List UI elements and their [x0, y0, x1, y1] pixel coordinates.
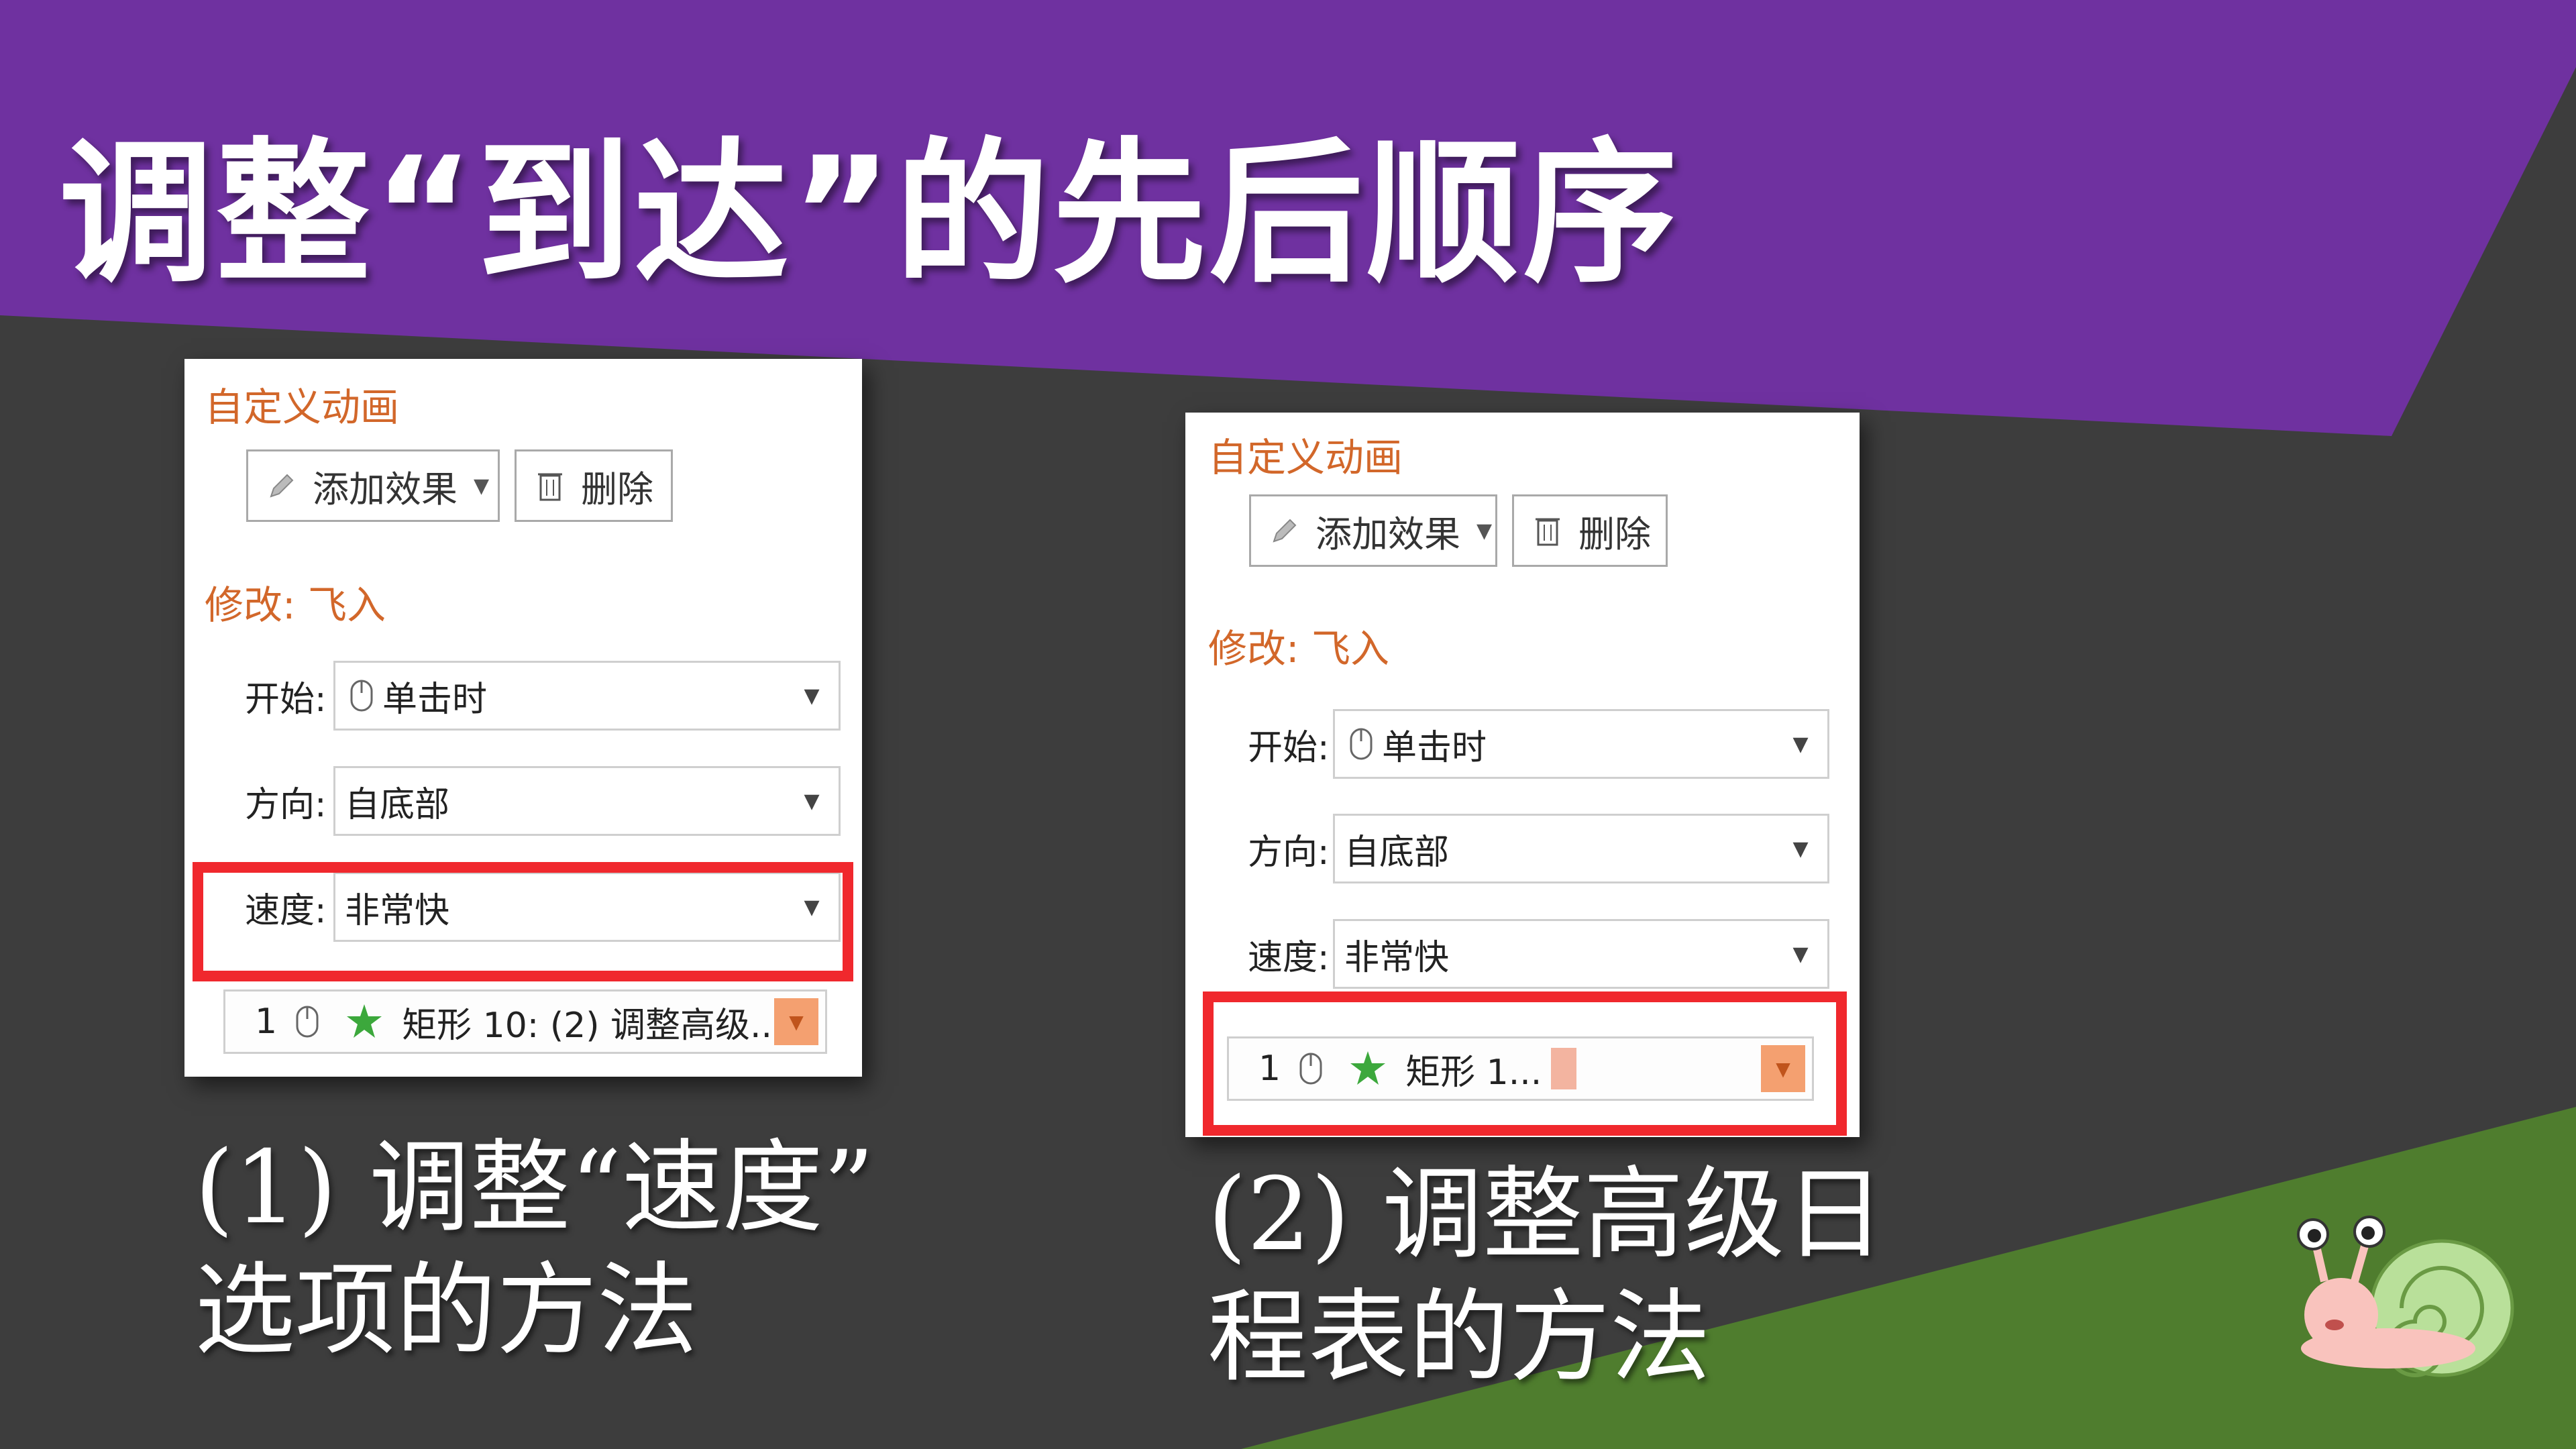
trash-icon [1527, 514, 1568, 547]
star-effect-icon [347, 1004, 382, 1038]
list-item-number: 1 [255, 1002, 278, 1042]
dropdown-caret-icon: ▼ [1792, 942, 1809, 966]
animation-list-item[interactable]: 1 矩形 10: (2) 调整高级... ▼ [223, 989, 827, 1054]
caption-left: (1) 调整“速度” 选项的方法 [195, 1127, 875, 1373]
add-effect-button[interactable]: 添加效果 ▼ [246, 449, 500, 522]
delete-button[interactable]: 删除 [1512, 494, 1668, 567]
slide-title: 调整“到达”的先后顺序 [59, 125, 1680, 304]
dropdown-caret-icon: ▼ [804, 789, 820, 813]
direction-label: 方向: [245, 785, 327, 825]
snail-mascot [2297, 1216, 2514, 1377]
dropdown-caret-icon: ▼ [804, 684, 820, 708]
list-item-text: 矩形 10: (2) 调整高级... [402, 1005, 784, 1046]
panel-header: 自定义动画 [205, 384, 400, 430]
pencil-icon [262, 471, 302, 500]
add-effect-label: 添加效果 [1316, 513, 1460, 555]
start-label: 开始: [245, 680, 327, 720]
start-dropdown[interactable]: 单击时 ▼ [333, 661, 841, 731]
start-dropdown[interactable]: 单击时 ▼ [1333, 709, 1829, 779]
pencil-icon [1265, 516, 1305, 545]
delete-label: 删除 [581, 468, 653, 511]
delete-label: 删除 [1578, 513, 1651, 555]
delete-button[interactable]: 删除 [515, 449, 673, 522]
speed-label: 速度: [1248, 938, 1330, 978]
modify-label: 修改: 飞入 [1208, 626, 1389, 672]
panel-header: 自定义动画 [1208, 435, 1403, 480]
direction-value: 自底部 [1344, 832, 1450, 873]
speed-highlight-box [193, 862, 853, 981]
caption-right: (2) 调整高级日 程表的方法 [1208, 1154, 1885, 1399]
mouse-icon [350, 680, 373, 712]
start-value: 单击时 [1382, 727, 1487, 768]
direction-dropdown[interactable]: 自底部 ▼ [333, 766, 841, 836]
start-label: 开始: [1248, 728, 1330, 768]
speed-dropdown[interactable]: 非常快 ▼ [1333, 919, 1829, 989]
direction-label: 方向: [1248, 833, 1330, 873]
add-effect-label: 添加效果 [313, 468, 458, 511]
direction-dropdown[interactable]: 自底部 ▼ [1333, 814, 1829, 883]
trash-icon [530, 469, 570, 502]
add-effect-button[interactable]: 添加效果 ▼ [1249, 494, 1497, 567]
list-highlight-box [1203, 991, 1847, 1136]
list-item-menu-button[interactable]: ▼ [774, 998, 818, 1045]
speed-value: 非常快 [1344, 937, 1450, 978]
mouse-icon [296, 1006, 319, 1038]
mouse-icon [1350, 728, 1373, 760]
direction-value: 自底部 [345, 784, 450, 825]
caption-left-line2: 选项的方法 [195, 1252, 698, 1369]
custom-animation-panel-right: 自定义动画 添加效果 ▼ 删除 修改: 飞入 开始: 单击时 ▼ 方向: 自底部… [1185, 413, 1860, 1137]
chevron-down-icon: ▼ [474, 474, 490, 498]
start-value: 单击时 [382, 679, 488, 720]
dropdown-caret-icon: ▼ [1792, 837, 1809, 861]
caption-left-line1: (1) 调整“速度” [195, 1130, 875, 1246]
dropdown-caret-icon: ▼ [1792, 732, 1809, 756]
caption-right-line1: (2) 调整高级日 [1208, 1157, 1886, 1273]
caption-right-line2: 程表的方法 [1208, 1279, 1711, 1396]
chevron-down-icon: ▼ [1477, 519, 1493, 543]
custom-animation-panel-left: 自定义动画 添加效果 ▼ 删除 修改: 飞入 开始: 单击时 ▼ 方向: 自底部… [184, 359, 862, 1077]
modify-label: 修改: 飞入 [205, 582, 386, 628]
